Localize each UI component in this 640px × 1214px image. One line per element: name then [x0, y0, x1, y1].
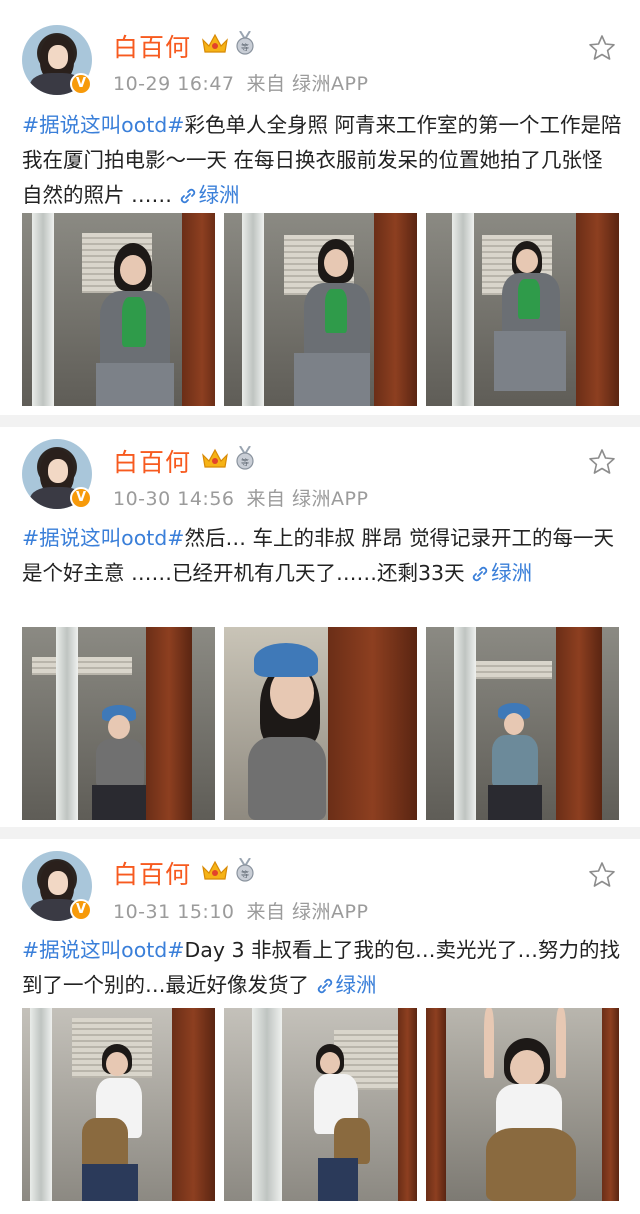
post-photo[interactable]: [426, 213, 619, 406]
post-divider: [0, 827, 640, 839]
post-meta: 10-30 14:56 来自 绿洲APP: [113, 484, 368, 511]
post-date: 10-30 14:56: [113, 488, 235, 510]
link-label: 绿洲: [491, 561, 533, 585]
post-photo[interactable]: [224, 627, 417, 820]
svg-text:等: 等: [241, 42, 249, 52]
star-icon[interactable]: [588, 448, 616, 476]
crown-icon: [202, 33, 228, 53]
post-3: V 白百何 等 10-31 15:10 来自 绿洲APP #据说这叫ootd#Da…: [0, 839, 640, 1214]
post-text: #据说这叫ootd#彩色单人全身照 阿青来工作室的第一个工作是陪我在厦门拍电影～…: [22, 108, 622, 213]
link-icon: [180, 188, 195, 204]
post-text: #据说这叫ootd#然后… 车上的非叔 胖昂 觉得记录开工的每一天是个好主意 ……: [22, 521, 622, 591]
post-photo[interactable]: [224, 1008, 417, 1201]
post-photo[interactable]: [22, 1008, 215, 1201]
post-photo[interactable]: [426, 1008, 619, 1201]
medal-icon: 等: [236, 446, 254, 470]
link-icon: [472, 566, 488, 582]
crown-icon: [202, 860, 228, 880]
post-date: 10-31 15:10: [113, 901, 235, 923]
oasis-link[interactable]: 绿洲: [471, 561, 532, 585]
medal-icon: 等: [236, 858, 254, 882]
verified-badge-icon: V: [70, 899, 92, 921]
post-photo[interactable]: [22, 213, 215, 406]
link-label: 绿洲: [335, 973, 377, 997]
username[interactable]: 白百何: [113, 443, 191, 479]
oasis-link[interactable]: 绿洲: [179, 183, 240, 207]
post-divider: [0, 415, 640, 427]
post-source[interactable]: 来自 绿洲APP: [247, 901, 369, 923]
post-source[interactable]: 来自 绿洲APP: [247, 488, 369, 510]
post-1: V 白百何 等 10-29 16:47 来自 绿洲APP #据说这叫ootd#彩色…: [0, 0, 640, 415]
medal-icon: 等: [236, 31, 254, 55]
username[interactable]: 白百何: [113, 855, 191, 891]
hashtag-link[interactable]: #据说这叫ootd#: [22, 113, 185, 137]
hashtag-link[interactable]: #据说这叫ootd#: [22, 938, 185, 962]
post-photo[interactable]: [22, 627, 215, 820]
post-photo[interactable]: [426, 627, 619, 820]
star-icon[interactable]: [588, 861, 616, 889]
post-meta: 10-29 16:47 来自 绿洲APP: [113, 69, 368, 96]
verified-badge-icon: V: [70, 487, 92, 509]
verified-badge-icon: V: [70, 73, 92, 95]
svg-text:等: 等: [241, 869, 249, 879]
post-meta: 10-31 15:10 来自 绿洲APP: [113, 897, 368, 924]
oasis-link[interactable]: 绿洲: [316, 973, 377, 997]
post-photo[interactable]: [224, 213, 417, 406]
link-icon: [317, 978, 332, 994]
hashtag-link[interactable]: #据说这叫ootd#: [22, 526, 185, 550]
username[interactable]: 白百何: [113, 28, 191, 64]
post-2: V 白百何 等 10-30 14:56 来自 绿洲APP #据说这叫ootd#然后…: [0, 427, 640, 827]
post-source[interactable]: 来自 绿洲APP: [247, 73, 369, 95]
crown-icon: [202, 448, 228, 468]
star-icon[interactable]: [588, 34, 616, 62]
post-date: 10-29 16:47: [113, 73, 235, 95]
post-text: #据说这叫ootd#Day 3 非叔看上了我的包…卖光光了…努力的找到了一个别的…: [22, 933, 622, 1003]
svg-text:等: 等: [241, 457, 249, 467]
link-label: 绿洲: [198, 183, 240, 207]
